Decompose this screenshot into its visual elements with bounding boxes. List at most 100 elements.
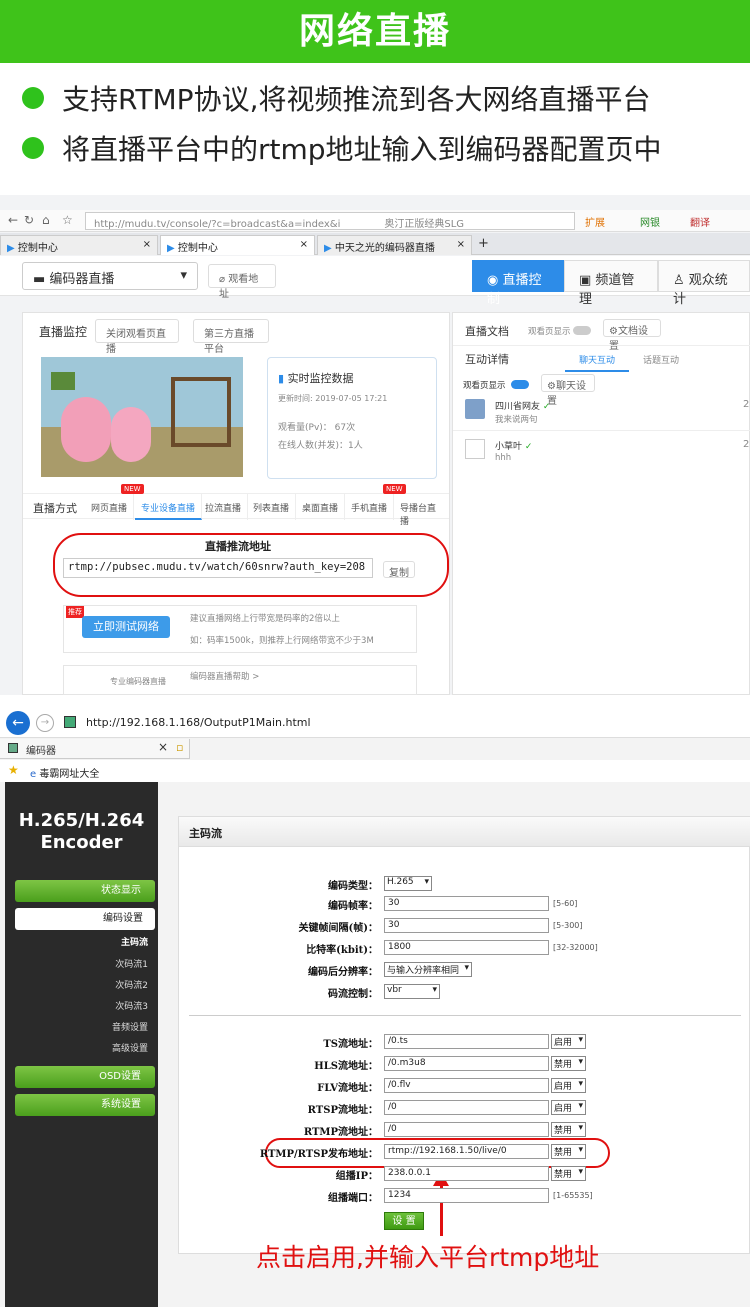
third-party-button[interactable]: 第三方直播平台 (193, 319, 269, 355)
menu-sub-stream-2[interactable]: 次码流2 (28, 978, 148, 991)
menu-system[interactable]: 系统设置 (15, 1094, 155, 1116)
tab-topic[interactable]: 话题互动 (643, 353, 679, 366)
help-title: 专业编码器直播 (110, 677, 166, 686)
back-icon[interactable]: ← (6, 711, 30, 735)
live-preview-video (41, 357, 243, 477)
test-tip-1: 建议直播网络上行带宽是码率的2倍以上 (190, 614, 340, 624)
encoder-url[interactable]: http://192.168.1.168/OutputP1Main.html (86, 716, 311, 729)
chat-count-1: 2 (743, 399, 750, 410)
field-input[interactable]: rtmp://192.168.1.50/live/0 (384, 1144, 549, 1159)
doc-title: 直播文档 (465, 325, 509, 338)
help-link[interactable]: 编码器直播帮助 > (190, 670, 259, 682)
bullet-2: 将直播平台中的rtmp地址输入到编码器配置页中 (22, 128, 662, 168)
chevron-down-icon: ▾ (578, 1167, 583, 1177)
enable-select[interactable]: 禁用 ▾ (551, 1122, 586, 1137)
tab-pull-stream[interactable]: 拉流直播 (199, 494, 249, 520)
nav-channel-manage[interactable]: ▣ 频道管理 (564, 260, 658, 307)
field-input[interactable]: /0 (384, 1122, 549, 1137)
enable-select[interactable]: 禁用 ▾ (551, 1166, 586, 1181)
channel-selector[interactable]: ▬ 编码器直播 ▾ (22, 262, 198, 290)
encoder-brand: H.265/H.264 Encoder (18, 810, 145, 853)
field-input[interactable]: /0.m3u8 (384, 1056, 549, 1071)
menu-sub-stream-3[interactable]: 次码流3 (28, 999, 148, 1012)
reload-icon[interactable]: ↻ (24, 213, 34, 227)
bullet-1: 支持RTMP协议,将视频推流到各大网络直播平台 (22, 78, 650, 118)
doc-toggle[interactable] (573, 326, 591, 335)
new-tab-icon[interactable]: ▫ (176, 741, 183, 754)
enable-select[interactable]: 禁用 ▾ (551, 1144, 586, 1159)
doc-settings-button[interactable]: ⚙文档设置 (603, 319, 661, 352)
encoder-address-bar: ← → http://192.168.1.168/OutputP1Main.ht… (0, 708, 750, 738)
field-input[interactable]: /0.flv (384, 1078, 549, 1093)
field-label: RTSP流地址： (307, 1105, 378, 1116)
tab-control-center-active[interactable]: ▶ 控制中心 × (160, 235, 315, 255)
tab-director-live[interactable]: 导播台直播 (394, 494, 449, 527)
translate-label[interactable]: 翻译 (690, 214, 710, 229)
tab-web-live[interactable]: 网页直播 (85, 494, 135, 520)
watch-address-button[interactable]: ⌀ 观看地址 (208, 264, 276, 300)
field-input[interactable]: 30 (384, 896, 549, 911)
field-input[interactable]: /0 (384, 1100, 549, 1115)
tab-desktop-live[interactable]: 桌面直播 (296, 494, 346, 520)
favorite-link[interactable]: e 毒霸网址大全 (30, 765, 99, 780)
back-icon[interactable]: ← (8, 213, 18, 227)
help-card: 专业编码器直播 编码器直播帮助 > (63, 665, 417, 695)
favorites-star-icon[interactable]: ★ (8, 763, 19, 777)
field-select[interactable]: H.265 ▾ (384, 876, 432, 891)
field-select[interactable]: vbr ▾ (384, 984, 440, 999)
field-label: TS流地址： (323, 1039, 378, 1050)
enable-select[interactable]: 启用 ▾ (551, 1078, 586, 1093)
chevron-down-icon: ▾ (578, 1145, 583, 1155)
menu-audio[interactable]: 音频设置 (28, 1020, 148, 1033)
nav-audience-stats[interactable]: ♙ 观众统计 (658, 260, 750, 307)
menu-advanced[interactable]: 高级设置 (28, 1041, 148, 1054)
field-input[interactable]: 30 (384, 918, 549, 933)
tab-pro-device-live[interactable]: 专业设备直播 (135, 494, 203, 520)
test-network-button[interactable]: 立即测试网络 (82, 616, 170, 638)
field-hint: [32-32000] (553, 943, 598, 952)
monitor-title: 直播监控 (39, 325, 88, 339)
home-icon[interactable]: ⌂ (42, 213, 50, 227)
extensions-label[interactable]: 扩展 (585, 214, 605, 229)
chat-user-2: 小草叶 ✓ (495, 442, 533, 452)
tab-encoder-live[interactable]: ▶ 中天之光的编码器直播 × (317, 235, 472, 255)
field-input[interactable]: 1234 (384, 1188, 549, 1203)
new-tab-icon[interactable]: + (478, 236, 489, 251)
chat-msg-1: 我来说两句 (495, 415, 538, 425)
field-input[interactable]: /0.ts (384, 1034, 549, 1049)
field-input[interactable]: 1800 (384, 940, 549, 955)
nav-live-control[interactable]: ◉ 直播控制 (472, 260, 564, 307)
chat-settings-button[interactable]: ⚙聊天设置 (541, 374, 595, 407)
tab-list-live[interactable]: 列表直播 (247, 494, 297, 520)
stats-title: ▮ 实时监控数据 (278, 372, 354, 385)
field-hint: [1-65535] (553, 1191, 593, 1200)
tab-chat[interactable]: 聊天互动 (565, 353, 630, 372)
favorites-bar: ★ e 毒霸网址大全 (0, 760, 750, 782)
menu-encode-settings[interactable]: 编码设置 (15, 908, 155, 930)
field-label: 编码后分辨率： (308, 967, 378, 978)
chat-toggle[interactable] (511, 380, 529, 389)
enable-select[interactable]: 启用 ▾ (551, 1100, 586, 1115)
menu-status[interactable]: 状态显示 (15, 880, 155, 902)
field-select[interactable]: 与输入分辨率相同 ▾ (384, 962, 472, 977)
menu-main-stream[interactable]: 主码流 (28, 935, 148, 948)
stats-online: 在线人数(并发)：1人 (278, 441, 363, 451)
url-input[interactable]: http://mudu.tv/console/?c=broadcast&a=in… (85, 212, 575, 230)
close-watch-live-button[interactable]: 关闭观看页直播 (95, 319, 179, 355)
menu-sub-stream-1[interactable]: 次码流1 (28, 957, 148, 970)
star-icon[interactable]: ☆ (62, 213, 73, 227)
field-label: FLV流地址： (317, 1083, 378, 1094)
bank-label[interactable]: 网银 (640, 214, 660, 229)
menu-osd[interactable]: OSD设置 (15, 1066, 155, 1088)
tab-encoder[interactable]: 编码器 × (0, 739, 190, 759)
tab-control-center[interactable]: ▶ 控制中心 × (0, 235, 158, 255)
enable-select[interactable]: 禁用 ▾ (551, 1056, 586, 1071)
browser-tabs: ▶ 控制中心 × ▶ 控制中心 × ▶ 中天之光的编码器直播 × + (0, 233, 750, 255)
field-input[interactable]: 238.0.0.1 (384, 1166, 549, 1181)
forward-icon[interactable]: → (36, 714, 54, 732)
enable-select[interactable]: 启用 ▾ (551, 1034, 586, 1049)
banner-title: 网络直播 (0, 0, 750, 63)
bullet-dot (22, 137, 44, 159)
apply-settings-button[interactable]: 设 置 (384, 1212, 424, 1230)
tab-mobile-live[interactable]: 手机直播 (345, 494, 395, 520)
